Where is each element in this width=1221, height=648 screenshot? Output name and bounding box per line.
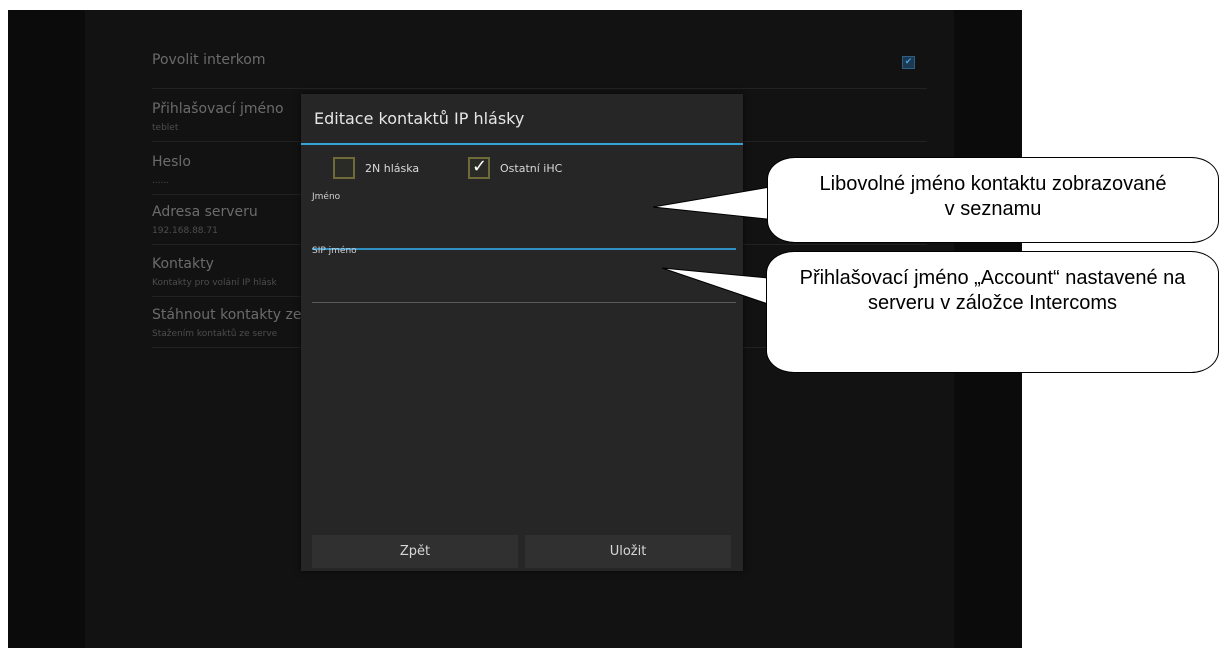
callout-pointer-second [661,267,769,305]
callout-second: Přihlašovací jméno „Account“ nastavené n… [766,251,1219,373]
callout-first: Libovolné jméno kontaktu zobrazované v s… [767,157,1219,243]
callout-pointer-first [652,186,777,221]
